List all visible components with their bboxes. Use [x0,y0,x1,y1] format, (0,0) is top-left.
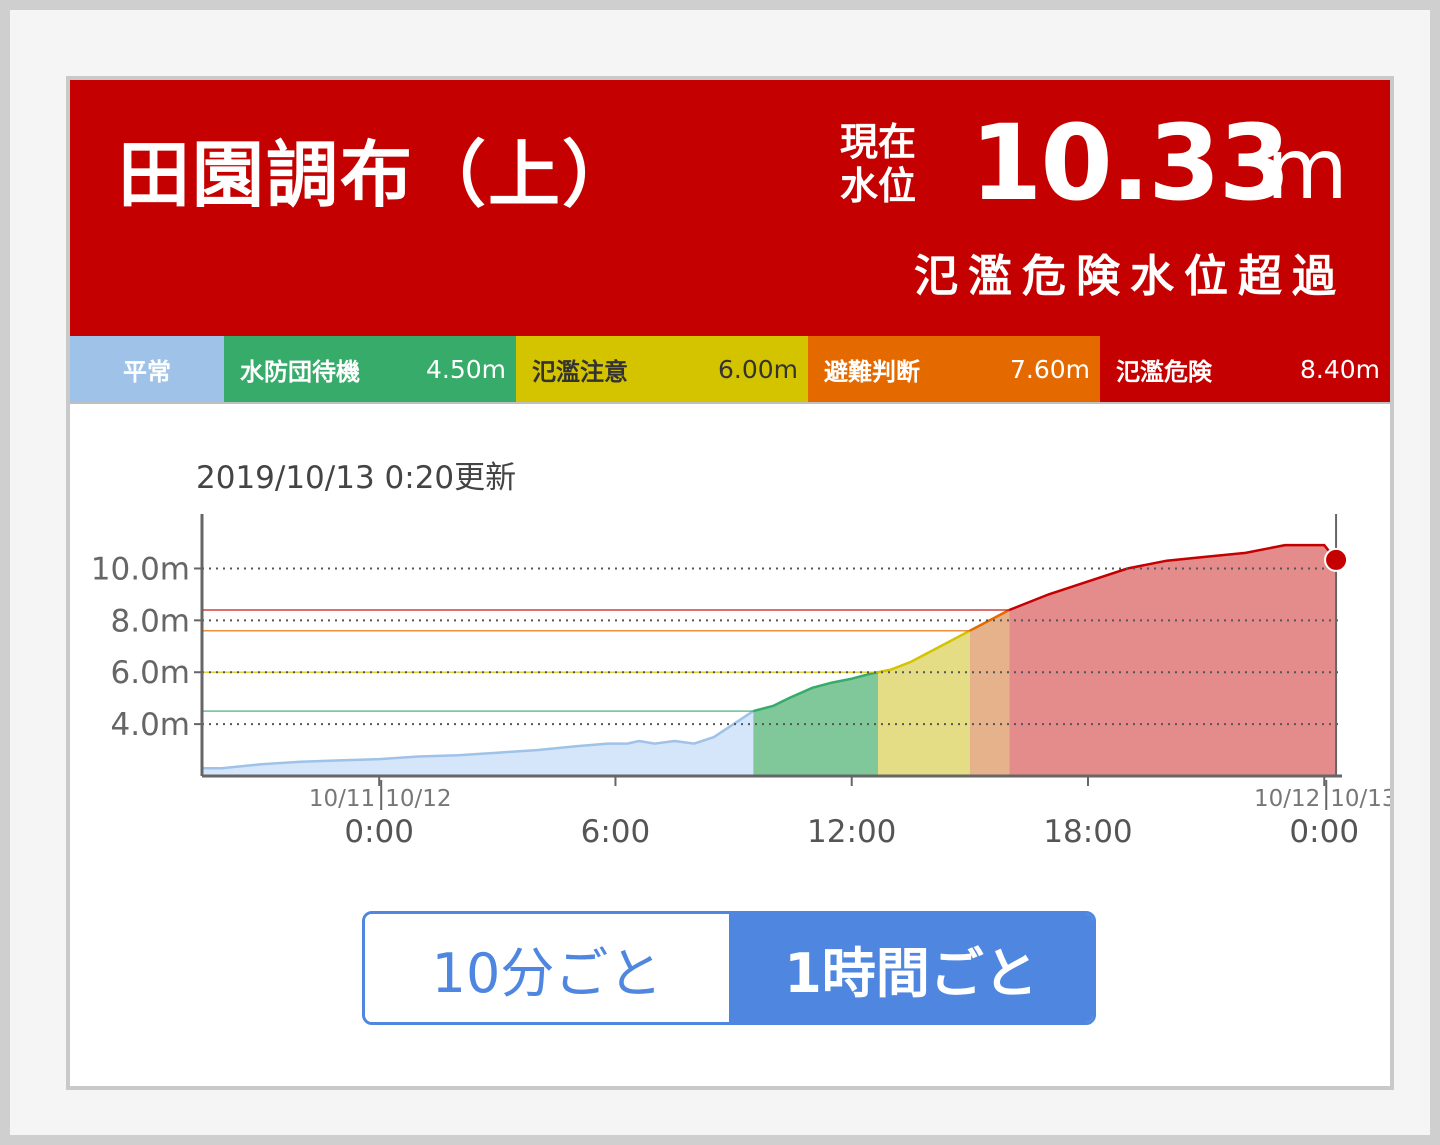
legend-caution: 氾濫注意 6.00m [516,336,808,402]
x-tick-label: 6:00 [581,814,651,850]
chart-svg: 10.0m8.0m6.0m4.0m0:0010/11 10/126:00 12:00… [91,514,1390,850]
legend-caution-threshold: 6.00m [717,354,798,384]
x-tick-label: 0:00 [1289,814,1359,850]
current-level-label-line1: 現在 [840,120,917,164]
current-level-point [1324,547,1349,572]
x-tick-label: 12:00 [807,814,896,850]
one-hour-button[interactable]: 1時間ごと [729,914,1093,1022]
legend-normal: 平常 [70,336,224,402]
legend-standby: 水防団待機 4.50m [224,336,516,402]
y-tick-label: 6.0m [111,655,191,691]
date-label-left: 10/12 [1254,786,1320,812]
legend-danger: 氾濫危険 8.40m [1100,336,1390,402]
legend-danger-label: 氾濫危険 [1116,357,1212,386]
date-label-right: 10/12 [385,786,451,812]
x-tick-label: 18:00 [1043,814,1132,850]
legend-standby-threshold: 4.50m [425,354,506,384]
area-caution [878,630,970,776]
legend-caution-label: 氾濫注意 [532,357,628,386]
y-tick-label: 10.0m [91,551,190,587]
water-level-chart: 2019/10/13 0:20更新 10.0m 8.0m 6.0m 4.0m 0:00 1… [70,402,1390,962]
station-name: 田園調布（上） [118,133,637,217]
date-label-right: 10/13 [1330,786,1390,812]
interval-toggle: 10分ごと 1時間ごと [362,911,1096,1025]
level-legend: 平常 水防団待機 4.50m 氾濫注意 6.00m 避難判断 7.60m 氾濫危… [70,336,1390,402]
legend-evacuation-threshold: 7.60m [1009,354,1090,384]
legend-normal-label: 平常 [123,357,171,386]
current-level-label: 現在 水位 [840,120,940,208]
x-tick-label: 0:00 [344,814,414,850]
station-header: 田園調布（上） 現在 水位 10.33 m 氾濫危険水位超過 [70,80,1390,336]
station-card: 田園調布（上） 現在 水位 10.33 m 氾濫危険水位超過 平常 水防団待機 … [66,76,1394,1090]
y-tick-label: 8.0m [111,603,191,639]
area-evacuation [969,610,1010,776]
legend-evacuation: 避難判断 7.60m [808,336,1100,402]
y-tick-label: 4.0m [111,707,191,743]
current-level-value: 10.33 [970,102,1291,224]
date-label-left: 10/11 [309,786,375,812]
area-normal [202,711,754,776]
legend-danger-threshold: 8.40m [1299,354,1380,384]
ten-minute-button[interactable]: 10分ごと [365,914,729,1022]
legend-standby-label: 水防団待機 [240,357,360,386]
current-level-unit: m [1266,120,1348,218]
page-background: 田園調布（上） 現在 水位 10.33 m 氾濫危険水位超過 平常 水防団待機 … [10,10,1430,1135]
legend-evacuation-label: 避難判断 [824,357,920,386]
area-danger [1009,545,1337,776]
level-status: 氾濫危険水位超過 [914,251,1346,302]
station-card-body: 田園調布（上） 現在 水位 10.33 m 氾濫危険水位超過 平常 水防団待機 … [70,80,1390,1086]
current-level-label-line2: 水位 [840,164,917,208]
